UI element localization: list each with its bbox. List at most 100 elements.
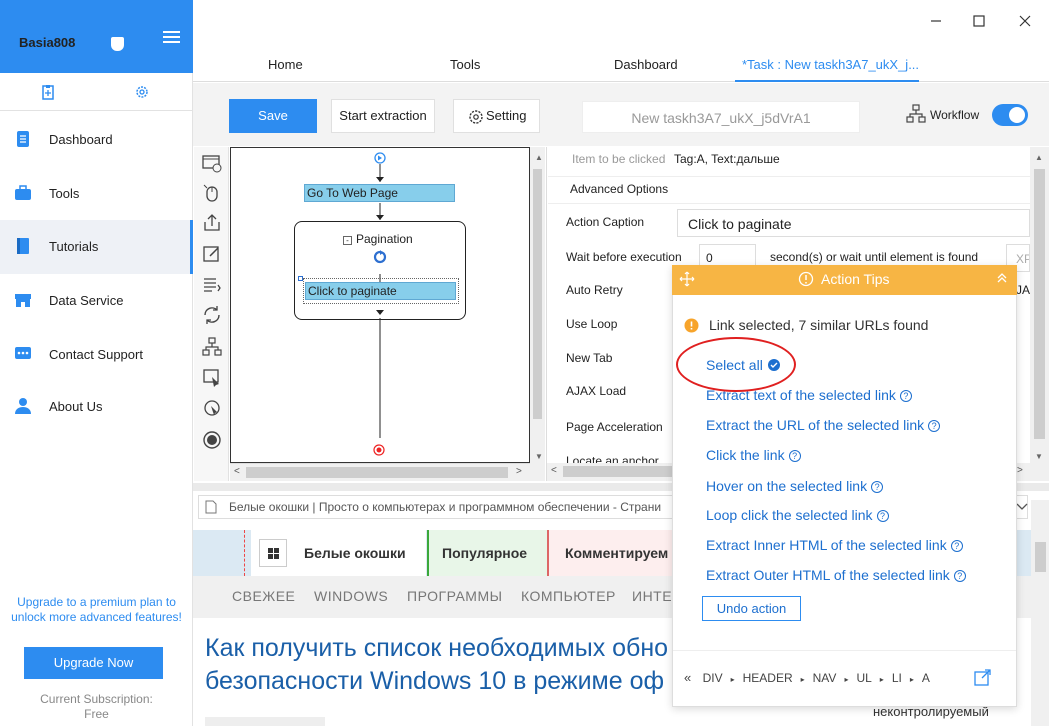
collapse-up-icon[interactable] bbox=[996, 272, 1008, 284]
sidebar-item-about-us[interactable]: About Us bbox=[0, 380, 193, 434]
tab-tools[interactable]: Tools bbox=[450, 57, 480, 72]
account-badge-icon[interactable] bbox=[111, 37, 124, 51]
double-chevron-left-icon[interactable]: « bbox=[684, 670, 691, 685]
gear-icon bbox=[469, 110, 483, 124]
scroll-down-icon[interactable]: ▼ bbox=[1035, 452, 1043, 461]
tab-dashboard[interactable]: Dashboard bbox=[614, 57, 678, 72]
help-icon[interactable]: ? bbox=[871, 481, 884, 493]
item-to-click-label: Item to be clicked bbox=[572, 152, 666, 166]
settings-gear-icon[interactable] bbox=[134, 84, 150, 100]
canvas-horizontal-scrollbar[interactable]: < > bbox=[230, 463, 530, 481]
crumb-arrow-icon: ▸ bbox=[844, 675, 849, 684]
collapse-icon[interactable]: - bbox=[343, 236, 352, 245]
crumb-ul[interactable]: UL bbox=[856, 671, 871, 685]
scroll-left-icon[interactable]: < bbox=[551, 465, 557, 476]
browser-scrollbar[interactable] bbox=[1031, 500, 1049, 726]
start-extraction-button[interactable]: Start extraction bbox=[331, 99, 435, 133]
scroll-thumb[interactable] bbox=[533, 169, 542, 419]
menu-item[interactable]: WINDOWS bbox=[314, 588, 388, 604]
advanced-options-header[interactable]: Advanced Options bbox=[548, 176, 1030, 204]
close-icon[interactable] bbox=[1018, 14, 1032, 28]
scroll-down-icon[interactable]: ▼ bbox=[535, 452, 543, 461]
crumb-arrow-icon: ▸ bbox=[909, 675, 914, 684]
select-element-icon[interactable] bbox=[202, 368, 222, 388]
dashboard-icon bbox=[17, 131, 29, 147]
clipboard-icon[interactable] bbox=[40, 84, 56, 100]
branch-icon[interactable] bbox=[202, 337, 222, 357]
scroll-up-icon[interactable]: ▲ bbox=[1035, 153, 1043, 162]
crumb-nav[interactable]: NAV bbox=[813, 671, 837, 685]
undo-action-button[interactable]: Undo action bbox=[702, 596, 801, 621]
site-logo-block[interactable]: Белые окошки bbox=[251, 530, 426, 576]
crumb-div[interactable]: DIV bbox=[703, 671, 723, 685]
loop-icon[interactable] bbox=[202, 305, 222, 325]
menu-icon[interactable] bbox=[163, 31, 180, 43]
extract-inner-html-link[interactable]: Extract Inner HTML of the selected link? bbox=[706, 537, 963, 553]
tab-task[interactable]: *Task : New taskh3A7_ukX_j... bbox=[742, 57, 919, 72]
help-icon[interactable]: ? bbox=[928, 420, 941, 432]
nav-comments[interactable]: Комментируем bbox=[547, 530, 677, 576]
headline-line-1: Как получить список необходимых обно bbox=[205, 634, 669, 662]
action-caption-input[interactable]: Click to paginate bbox=[677, 209, 1030, 237]
upgrade-now-button[interactable]: Upgrade Now bbox=[24, 647, 163, 679]
nav-popular[interactable]: Популярное bbox=[427, 530, 547, 576]
move-icon[interactable] bbox=[679, 271, 695, 287]
extract-outer-html-link[interactable]: Extract Outer HTML of the selected link? bbox=[706, 567, 966, 583]
node-go-to-web-page[interactable]: Go To Web Page bbox=[304, 184, 455, 202]
scroll-up-icon[interactable]: ▲ bbox=[535, 153, 543, 162]
scroll-thumb[interactable] bbox=[1035, 542, 1046, 572]
click-link-option[interactable]: Click the link? bbox=[706, 447, 801, 463]
sidebar-item-dashboard[interactable]: Dashboard bbox=[0, 113, 193, 167]
list-icon[interactable] bbox=[202, 275, 222, 295]
add-page-icon[interactable] bbox=[202, 153, 222, 173]
edit-input-icon[interactable] bbox=[202, 244, 222, 264]
tab-home[interactable]: Home bbox=[268, 57, 303, 72]
scroll-right-icon[interactable]: > bbox=[516, 466, 522, 477]
task-name-field[interactable]: New taskh3A7_ukX_j5dVrA1 bbox=[582, 101, 860, 133]
pagination-loop-box[interactable]: - Pagination Click to paginate bbox=[294, 221, 466, 320]
menu-item[interactable]: ПРОГРАММЫ bbox=[407, 588, 503, 604]
minimize-icon[interactable] bbox=[929, 14, 943, 28]
mouse-click-icon[interactable] bbox=[202, 183, 222, 203]
panel-divider bbox=[546, 147, 547, 481]
item-to-click-value: Tag:A, Text:дальше bbox=[674, 152, 780, 166]
hover-link-option[interactable]: Hover on the selected link? bbox=[706, 478, 884, 494]
username[interactable]: Basia808 bbox=[19, 35, 75, 50]
menu-item[interactable]: КОМПЬЮТЕР bbox=[521, 588, 616, 604]
help-icon[interactable]: ? bbox=[899, 390, 912, 402]
help-icon[interactable]: ? bbox=[876, 510, 889, 522]
properties-scrollbar[interactable]: ▲ ▼ bbox=[1030, 147, 1049, 481]
resize-handle[interactable] bbox=[298, 276, 303, 281]
node-click-to-paginate[interactable]: Click to paginate bbox=[305, 282, 456, 300]
scroll-left-icon[interactable]: < bbox=[234, 466, 240, 477]
crumb-a[interactable]: A bbox=[922, 671, 930, 685]
sidebar-item-tutorials[interactable]: Tutorials bbox=[0, 220, 193, 274]
setting-button[interactable]: Setting bbox=[453, 99, 540, 133]
help-icon[interactable]: ? bbox=[788, 450, 801, 462]
scroll-right-icon[interactable]: > bbox=[1017, 465, 1023, 476]
export-icon[interactable] bbox=[202, 213, 222, 233]
crumb-arrow-icon: ▸ bbox=[800, 675, 805, 684]
extract-url-link[interactable]: Extract the URL of the selected link? bbox=[706, 417, 941, 433]
sidebar-item-contact-support[interactable]: Contact Support bbox=[0, 328, 193, 382]
workflow-toggle[interactable] bbox=[992, 104, 1028, 126]
sidebar-item-tools[interactable]: Tools bbox=[0, 167, 193, 221]
chevron-down-icon[interactable] bbox=[1016, 502, 1028, 512]
maximize-icon[interactable] bbox=[972, 14, 986, 28]
sidebar-item-data-service[interactable]: Data Service bbox=[0, 274, 193, 328]
refresh-cursor-icon[interactable] bbox=[202, 398, 222, 418]
menu-item[interactable]: ИНТЕ bbox=[632, 588, 672, 604]
crumb-li[interactable]: LI bbox=[892, 671, 902, 685]
help-icon[interactable]: ? bbox=[953, 570, 966, 582]
menu-item[interactable]: СВЕЖЕЕ bbox=[232, 588, 295, 604]
save-button[interactable]: Save bbox=[229, 99, 317, 133]
external-link-icon[interactable] bbox=[974, 669, 991, 686]
help-icon[interactable]: ? bbox=[950, 540, 963, 552]
canvas-vertical-scrollbar[interactable]: ▲ ▼ bbox=[530, 147, 545, 481]
crumb-header[interactable]: HEADER bbox=[743, 671, 793, 685]
link-label: Loop click the selected link bbox=[706, 507, 873, 523]
stop-icon[interactable] bbox=[202, 430, 222, 450]
scroll-thumb[interactable] bbox=[246, 467, 508, 478]
loop-click-link-option[interactable]: Loop click the selected link? bbox=[706, 507, 889, 523]
scroll-thumb[interactable] bbox=[1034, 169, 1045, 439]
